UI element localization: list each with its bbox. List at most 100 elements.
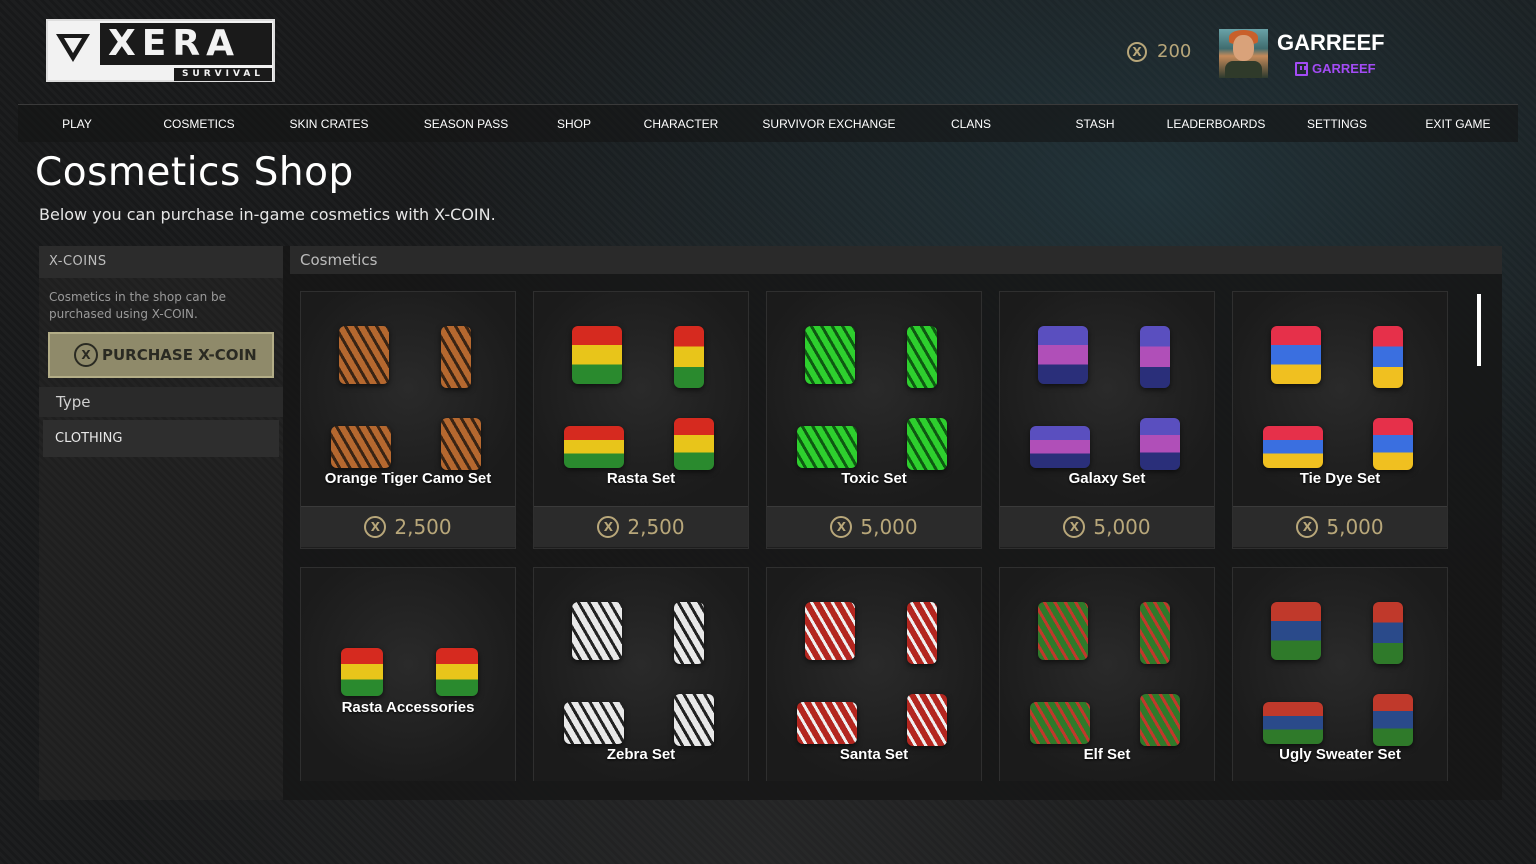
cosmetic-card[interactable]: Toxic Set X 5,000 (766, 291, 982, 549)
cosmetic-item-image (441, 326, 471, 388)
logo-triangle-icon (56, 34, 90, 62)
cosmetic-item-image (1373, 326, 1403, 388)
cosmetic-card[interactable]: Zebra Set (533, 567, 749, 781)
cosmetic-item-image (674, 602, 704, 664)
x-coin-icon: X (1127, 41, 1147, 62)
cosmetic-item-image (1271, 326, 1321, 384)
purchase-xcoin-button[interactable]: X PURCHASE X-COIN (48, 332, 274, 378)
cosmetic-card[interactable]: Rasta Set X 2,500 (533, 291, 749, 549)
twitch-name: GARREEF (1312, 61, 1376, 76)
cosmetic-name: Orange Tiger Camo Set (324, 470, 492, 487)
scrollbar[interactable] (1477, 294, 1481, 366)
price-value: 2,500 (627, 515, 685, 539)
cosmetic-item-image (1263, 426, 1323, 468)
avatar-face (1233, 35, 1254, 61)
nav-settings[interactable]: SETTINGS (1307, 105, 1367, 143)
nav-leaderboards[interactable]: LEADERBOARDS (1167, 105, 1266, 143)
cosmetic-item-image (572, 326, 622, 384)
cosmetic-name: Tie Dye Set (1299, 470, 1381, 487)
cosmetics-header: Cosmetics (290, 246, 1502, 274)
cosmetic-card[interactable]: Ugly Sweater Set (1232, 567, 1448, 781)
sidebar: X-COINS Cosmetics in the shop can be pur… (39, 246, 283, 800)
x-coin-icon: X (74, 343, 98, 367)
cosmetic-price: X 2,500 (301, 506, 515, 547)
nav-cosmetics[interactable]: COSMETICS (163, 105, 234, 143)
cosmetic-item-image (1373, 418, 1413, 470)
price-value: 2,500 (394, 515, 452, 539)
cosmetic-item-image (564, 702, 624, 744)
nav-clans[interactable]: CLANS (951, 105, 991, 143)
nav-shop[interactable]: SHOP (557, 105, 591, 143)
page-title: Cosmetics Shop (35, 150, 354, 195)
cosmetic-item-image (797, 426, 857, 468)
cosmetic-price: X 2,500 (534, 506, 748, 547)
price-value: 5,000 (1093, 515, 1151, 539)
cosmetic-item-image (572, 602, 622, 660)
nav-survivor-exchange[interactable]: SURVIVOR EXCHANGE (762, 105, 895, 143)
type-item-clothing[interactable]: CLOTHING (43, 420, 279, 457)
nav-skin-crates[interactable]: SKIN CRATES (289, 105, 368, 143)
nav-season-pass[interactable]: SEASON PASS (424, 105, 508, 143)
cosmetic-item-image (797, 702, 857, 744)
avatar[interactable] (1219, 29, 1268, 78)
cosmetic-price: X 5,000 (1233, 506, 1447, 547)
cosmetics-grid: Orange Tiger Camo Set X 2,500 Rasta Set X 2,5… (300, 291, 1450, 781)
twitch-link[interactable]: GARREEF (1295, 61, 1376, 76)
cosmetic-item-image (1140, 418, 1180, 470)
nav-play[interactable]: PLAY (62, 105, 92, 143)
cosmetic-name: Rasta Set (606, 470, 676, 487)
cosmetic-item-image (907, 694, 947, 746)
cosmetic-preview (301, 568, 515, 781)
nav-character[interactable]: CHARACTER (644, 105, 719, 143)
cosmetic-name: Ugly Sweater Set (1279, 746, 1401, 763)
top-bar: XERA SURVIVAL X 200 GARREEF GARREEF (0, 0, 1536, 104)
cosmetic-item-image (436, 648, 478, 696)
cosmetic-name: Zebra Set (606, 746, 676, 763)
page-subtitle: Below you can purchase in-game cosmetics… (39, 205, 496, 224)
cosmetic-card[interactable]: Santa Set (766, 567, 982, 781)
cosmetic-item-image (674, 418, 714, 470)
cosmetic-item-image (907, 418, 947, 470)
cosmetic-item-image (341, 648, 383, 696)
cosmetic-item-image (1263, 702, 1323, 744)
x-coin-icon: X (597, 516, 620, 538)
cosmetic-name: Santa Set (839, 746, 909, 763)
cosmetic-card[interactable]: Tie Dye Set X 5,000 (1232, 291, 1448, 549)
main-nav: PLAY COSMETICS SKIN CRATES SEASON PASS S… (18, 104, 1518, 142)
cosmetic-item-image (1038, 326, 1088, 384)
sidebar-note: Cosmetics in the shop can be purchased u… (49, 290, 227, 321)
cosmetic-card[interactable]: Elf Set (999, 567, 1215, 781)
twitch-icon (1295, 61, 1308, 76)
cosmetic-item-image (1038, 602, 1088, 660)
cosmetic-item-image (339, 326, 389, 384)
username: GARREEF (1277, 30, 1385, 55)
purchase-label: PURCHASE X-COIN (102, 346, 257, 364)
cosmetic-item-image (564, 426, 624, 468)
cosmetic-item-image (1030, 426, 1090, 468)
nav-exit-game[interactable]: EXIT GAME (1425, 105, 1490, 143)
logo-word: XERA (100, 23, 272, 65)
cosmetic-price: X 5,000 (767, 506, 981, 547)
sidebar-header: X-COINS (39, 246, 283, 278)
cosmetic-card[interactable]: Galaxy Set X 5,000 (999, 291, 1215, 549)
type-header: Type (39, 387, 283, 417)
cosmetic-name: Toxic Set (841, 470, 907, 487)
nav-stash[interactable]: STASH (1075, 105, 1114, 143)
cosmetic-card[interactable]: Rasta Accessories (300, 567, 516, 781)
cosmetic-name: Elf Set (1083, 746, 1131, 763)
avatar-body (1225, 61, 1262, 78)
xera-logo: XERA SURVIVAL (46, 19, 275, 82)
cosmetic-item-image (1373, 602, 1403, 664)
cosmetic-card[interactable]: Orange Tiger Camo Set X 2,500 (300, 291, 516, 549)
cosmetic-item-image (1140, 694, 1180, 746)
cosmetic-item-image (674, 694, 714, 746)
cosmetic-item-image (1140, 602, 1170, 664)
cosmetic-item-image (1271, 602, 1321, 660)
cosmetic-item-image (1373, 694, 1413, 746)
cosmetic-item-image (331, 426, 391, 468)
cosmetic-item-image (1030, 702, 1090, 744)
price-value: 5,000 (860, 515, 918, 539)
cosmetic-price: X 5,000 (1000, 506, 1214, 547)
cosmetic-item-image (907, 602, 937, 664)
cosmetic-item-image (907, 326, 937, 388)
